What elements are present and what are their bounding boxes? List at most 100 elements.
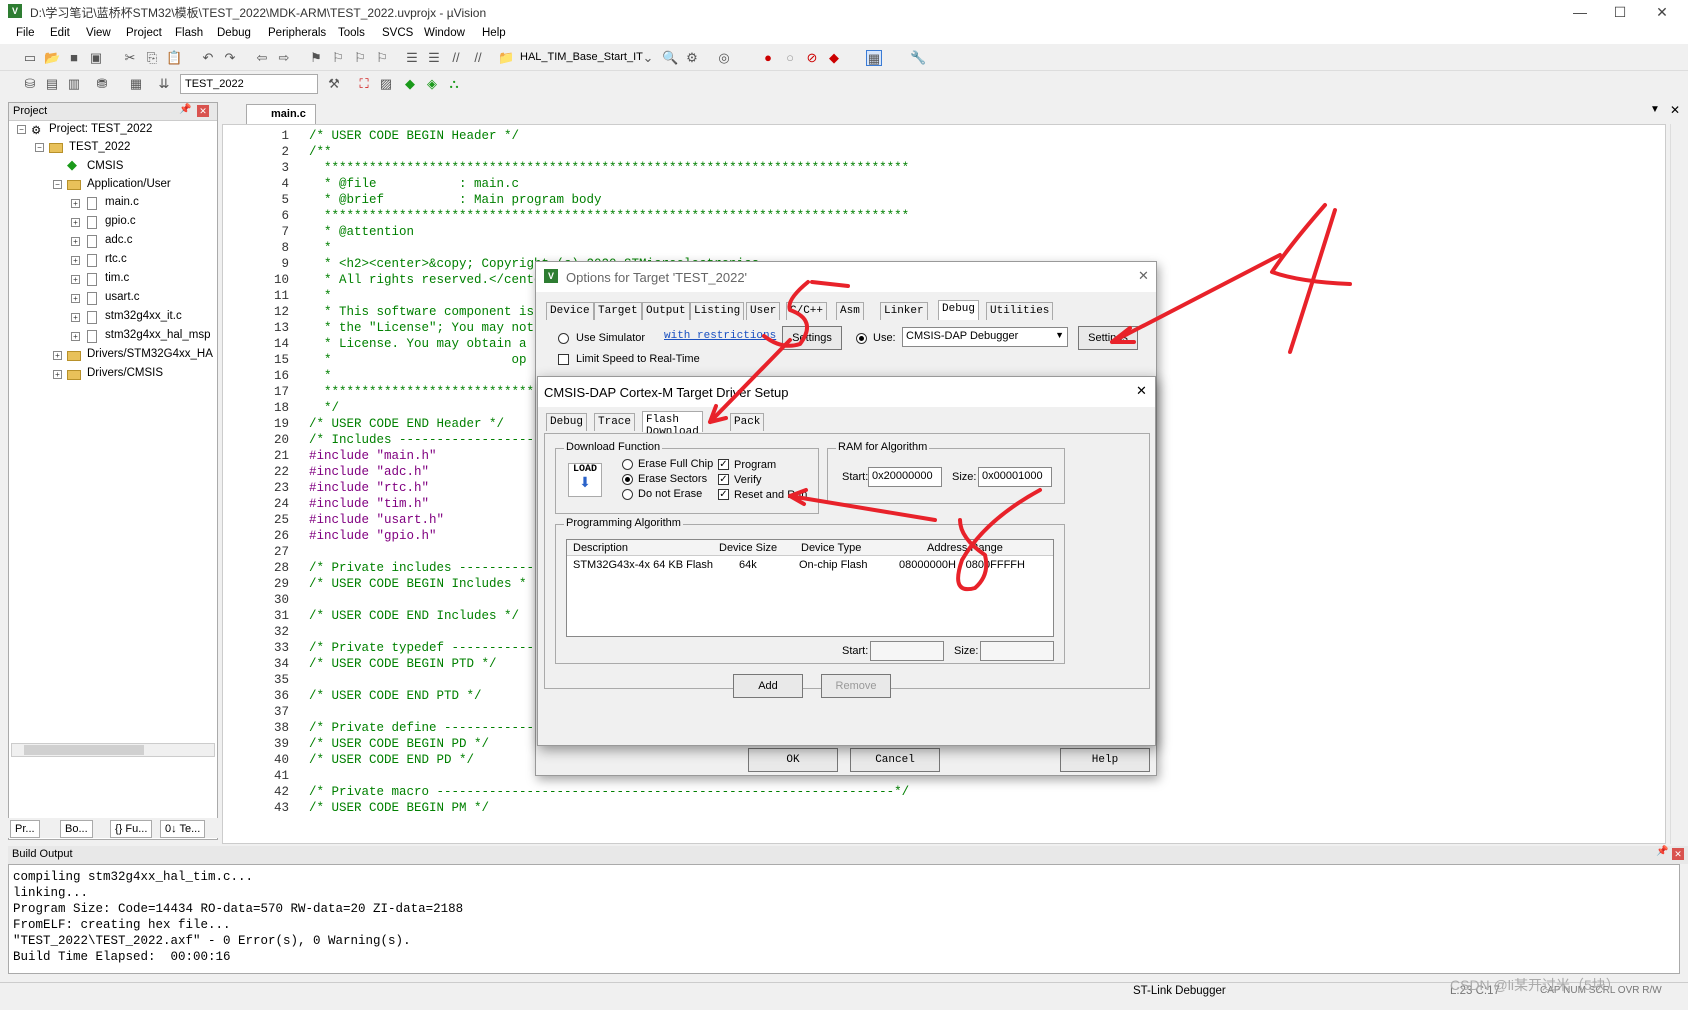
- tree-group-drivers-hal[interactable]: Drivers/STM32G4xx_HA: [87, 348, 215, 360]
- indent-icon[interactable]: ☰: [404, 50, 420, 66]
- bookmark-icon[interactable]: ⚑: [308, 50, 324, 66]
- menu-edit[interactable]: Edit: [50, 27, 70, 39]
- erase-sectors-radio[interactable]: [622, 474, 633, 485]
- minimize-button[interactable]: —: [1560, 2, 1600, 22]
- stop-build-icon[interactable]: ▦: [128, 76, 144, 92]
- tab-flash-download[interactable]: Flash Download: [642, 411, 703, 438]
- expand-icon[interactable]: +: [71, 275, 80, 284]
- tab-pack[interactable]: Pack: [730, 413, 765, 431]
- redo-icon[interactable]: ↷: [222, 50, 238, 66]
- expand-icon[interactable]: +: [71, 332, 80, 341]
- tab-asm[interactable]: Asm: [836, 302, 864, 320]
- paste-icon[interactable]: 📋: [166, 50, 182, 66]
- use-debugger-radio[interactable]: [856, 333, 867, 344]
- pin-icon[interactable]: 📌: [179, 104, 191, 115]
- collapse-icon[interactable]: −: [35, 143, 44, 152]
- tab-device[interactable]: Device: [546, 302, 594, 320]
- limit-speed-checkbox[interactable]: [558, 354, 569, 365]
- debugger-select[interactable]: CMSIS-DAP Debugger ▼: [902, 327, 1068, 347]
- erase-full-chip-radio[interactable]: [622, 459, 633, 470]
- col-device-size[interactable]: Device Size: [719, 542, 777, 554]
- rebuild-icon[interactable]: ▥: [66, 76, 82, 92]
- maximize-button[interactable]: ☐: [1600, 2, 1640, 22]
- translate-icon[interactable]: ⛁: [22, 76, 38, 92]
- tab-books[interactable]: Bo...: [60, 820, 93, 838]
- component-icon[interactable]: ⛬: [446, 76, 462, 92]
- close-icon[interactable]: ✕: [1136, 383, 1147, 399]
- nav-back-icon[interactable]: ⇦: [254, 50, 270, 66]
- unindent-icon[interactable]: ☰: [426, 50, 442, 66]
- do-not-erase-radio[interactable]: [622, 489, 633, 500]
- uncomment-icon[interactable]: //: [470, 50, 486, 66]
- save-icon[interactable]: ■: [66, 50, 82, 66]
- download-load-icon[interactable]: ⇊: [156, 76, 172, 92]
- build-icon[interactable]: ▤: [44, 76, 60, 92]
- tab-c-cpp[interactable]: C/C++: [786, 302, 828, 320]
- pin-icon[interactable]: 📌: [1656, 846, 1668, 857]
- comment-icon[interactable]: //: [448, 50, 464, 66]
- expand-icon[interactable]: +: [71, 313, 80, 322]
- col-description[interactable]: Description: [573, 542, 628, 554]
- window-layout-icon[interactable]: ▦: [866, 50, 882, 66]
- breakpoint-disable-icon[interactable]: ○: [782, 50, 798, 66]
- algo-size-input[interactable]: [980, 641, 1054, 661]
- find-icon[interactable]: 🔍: [662, 50, 678, 66]
- find-in-files-icon[interactable]: 📁: [498, 50, 514, 66]
- select-packs-icon[interactable]: ▨: [378, 76, 394, 92]
- menu-tools[interactable]: Tools: [338, 27, 365, 39]
- expand-icon[interactable]: +: [71, 199, 80, 208]
- chevron-down-icon[interactable]: ⌄: [640, 50, 656, 66]
- undo-icon[interactable]: ↶: [200, 50, 216, 66]
- close-window-button[interactable]: ✕: [1642, 2, 1682, 22]
- menu-file[interactable]: File: [16, 27, 35, 39]
- expand-icon[interactable]: +: [71, 294, 80, 303]
- close-panel-icon[interactable]: ✕: [197, 105, 209, 117]
- algorithm-table[interactable]: Description Device Size Device Type Addr…: [566, 539, 1054, 637]
- tree-group-drivers-cmsis[interactable]: Drivers/CMSIS: [87, 367, 163, 379]
- col-device-type[interactable]: Device Type: [801, 542, 861, 554]
- menu-window[interactable]: Window: [424, 27, 465, 39]
- close-icon[interactable]: ✕: [1138, 268, 1149, 284]
- manage-rte-icon[interactable]: ◈: [424, 76, 440, 92]
- manage-project-icon[interactable]: ⛶: [356, 76, 372, 92]
- close-panel-icon[interactable]: ✕: [1672, 848, 1684, 860]
- cancel-button[interactable]: Cancel: [850, 748, 940, 772]
- remove-button[interactable]: Remove: [821, 674, 891, 698]
- help-button[interactable]: Help: [1060, 748, 1150, 772]
- tree-target[interactable]: TEST_2022: [69, 141, 130, 153]
- tab-functions[interactable]: {} Fu...: [110, 820, 153, 838]
- cut-icon[interactable]: ✂: [122, 50, 138, 66]
- ram-size-input[interactable]: 0x00001000: [978, 467, 1052, 487]
- expand-icon[interactable]: +: [71, 256, 80, 265]
- reset-and-run-checkbox[interactable]: ✓: [718, 489, 729, 500]
- col-address-range[interactable]: Address Range: [927, 542, 1003, 554]
- tree-group-app[interactable]: Application/User: [87, 178, 171, 190]
- ram-start-input[interactable]: 0x20000000: [868, 467, 942, 487]
- collapse-icon[interactable]: −: [53, 180, 62, 189]
- debugger-settings-button[interactable]: Settings: [1078, 326, 1138, 350]
- tree-file[interactable]: stm32g4xx_hal_msp: [105, 329, 215, 341]
- bookmark-clear-icon[interactable]: ⚐: [374, 50, 390, 66]
- tab-output[interactable]: Output: [642, 302, 690, 320]
- incremental-find-icon[interactable]: ⚙: [684, 50, 700, 66]
- breakpoint-all-icon[interactable]: ◆: [826, 50, 842, 66]
- tree-file[interactable]: rtc.c: [105, 253, 127, 265]
- tree-file[interactable]: gpio.c: [105, 215, 136, 227]
- nav-forward-icon[interactable]: ⇨: [276, 50, 292, 66]
- menu-peripherals[interactable]: Peripherals: [268, 27, 326, 39]
- tab-templates[interactable]: 0↓ Te...: [160, 820, 206, 838]
- tree-file[interactable]: tim.c: [105, 272, 129, 284]
- horizontal-scrollbar[interactable]: [11, 743, 215, 757]
- target-combo[interactable]: TEST_2022: [180, 74, 318, 94]
- tree-file[interactable]: main.c: [105, 196, 139, 208]
- algo-start-input[interactable]: [870, 641, 944, 661]
- add-button[interactable]: Add: [733, 674, 803, 698]
- table-row[interactable]: STM32G43x-4x 64 KB Flash 64k On-chip Fla…: [567, 558, 1053, 574]
- expand-icon[interactable]: +: [53, 370, 62, 379]
- menu-help[interactable]: Help: [482, 27, 506, 39]
- bookmark-prev-icon[interactable]: ⚐: [330, 50, 346, 66]
- copy-icon[interactable]: ⎘: [144, 50, 160, 66]
- program-checkbox[interactable]: ✓: [718, 459, 729, 470]
- batch-build-icon[interactable]: ⛃: [94, 76, 110, 92]
- tree-file[interactable]: stm32g4xx_it.c: [105, 310, 182, 322]
